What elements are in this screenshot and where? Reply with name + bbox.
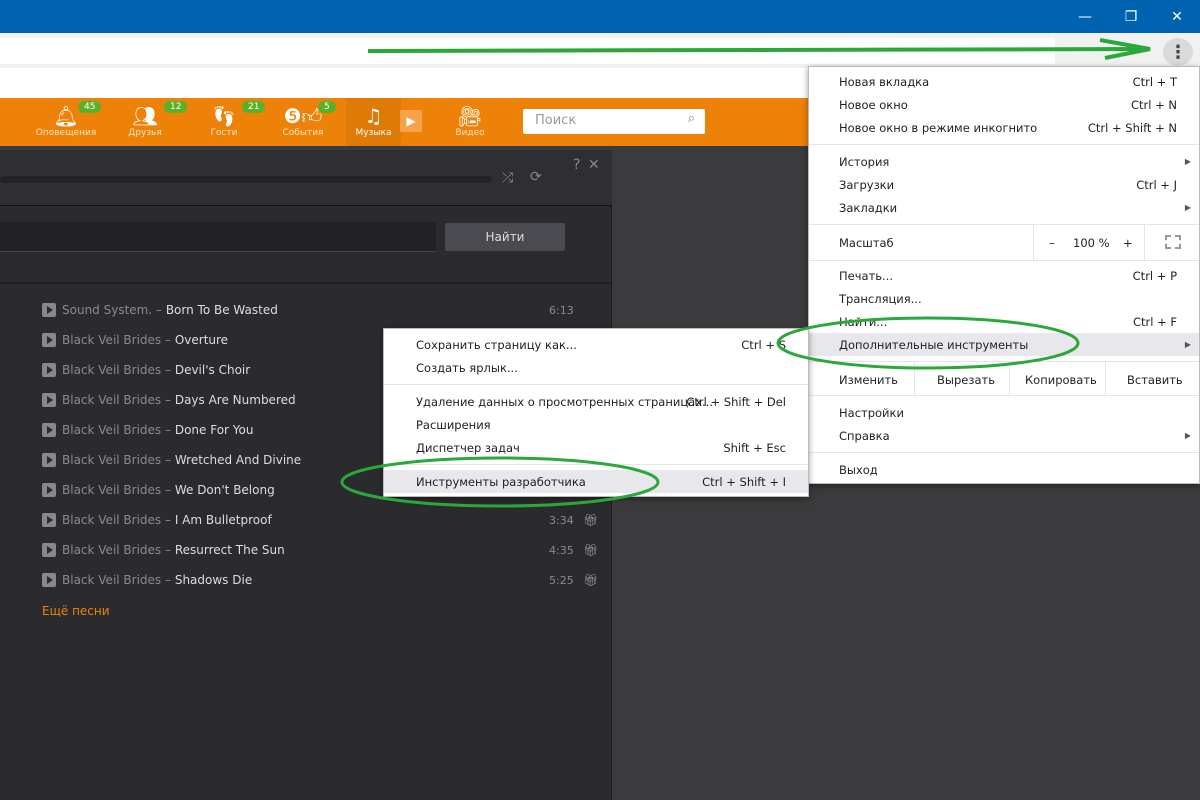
annotation-ellipse-devtools xyxy=(340,456,660,508)
annotation-arrow-line xyxy=(367,47,1141,53)
annotation-overlay xyxy=(340,38,1151,508)
annotation-ellipse-more-tools xyxy=(776,316,1080,370)
